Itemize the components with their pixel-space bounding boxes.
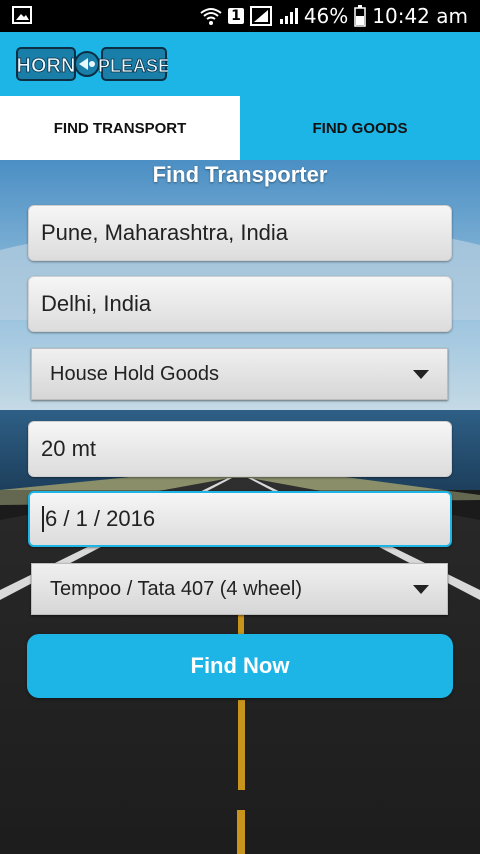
app-bar: HORN PLEASE bbox=[0, 32, 480, 96]
from-location-value: Pune, Maharashtra, India bbox=[41, 220, 289, 245]
tab-find-transport[interactable]: FIND TRANSPORT bbox=[0, 96, 240, 160]
status-bar: 1 46% 10:42 am bbox=[0, 0, 480, 32]
svg-text:PLEASE: PLEASE bbox=[98, 56, 168, 76]
battery-percent: 46% bbox=[303, 4, 349, 28]
svg-text:HORN: HORN bbox=[17, 55, 76, 77]
weight-input[interactable]: 20 mt bbox=[28, 421, 452, 477]
gallery-notification-icon bbox=[12, 6, 32, 24]
sim-badge: 1 bbox=[228, 8, 244, 24]
clock: 10:42 am bbox=[372, 4, 468, 28]
to-location-input[interactable]: Delhi, India bbox=[28, 276, 452, 332]
goods-type-dropdown[interactable]: House Hold Goods bbox=[31, 348, 448, 400]
dropdown-arrow-icon bbox=[413, 585, 429, 594]
from-location-input[interactable]: Pune, Maharashtra, India bbox=[28, 205, 452, 261]
signal-sim1-icon bbox=[249, 6, 272, 26]
to-location-value: Delhi, India bbox=[41, 291, 152, 316]
goods-type-value: House Hold Goods bbox=[50, 362, 219, 385]
tab-find-goods[interactable]: FIND GOODS bbox=[240, 96, 480, 160]
signal-sim2-icon bbox=[279, 8, 298, 24]
date-value: 6 / 1 / 2016 bbox=[45, 506, 156, 531]
find-now-button[interactable]: Find Now bbox=[27, 634, 453, 698]
wifi-icon bbox=[200, 8, 222, 25]
battery-icon bbox=[354, 5, 367, 27]
date-input[interactable]: 6 / 1 / 2016 bbox=[28, 491, 452, 547]
text-cursor bbox=[42, 506, 44, 532]
status-icons: 1 46% 10:42 am bbox=[200, 0, 468, 32]
tab-bar: FIND TRANSPORT FIND GOODS bbox=[0, 96, 480, 160]
weight-value: 20 mt bbox=[41, 436, 97, 461]
vehicle-type-value: Tempoo / Tata 407 (4 wheel) bbox=[50, 577, 303, 600]
vehicle-type-dropdown[interactable]: Tempoo / Tata 407 (4 wheel) bbox=[31, 563, 448, 615]
dropdown-arrow-icon bbox=[413, 370, 429, 379]
horn-please-logo: HORN PLEASE bbox=[16, 47, 168, 81]
form-title: Find Transporter bbox=[152, 162, 328, 187]
